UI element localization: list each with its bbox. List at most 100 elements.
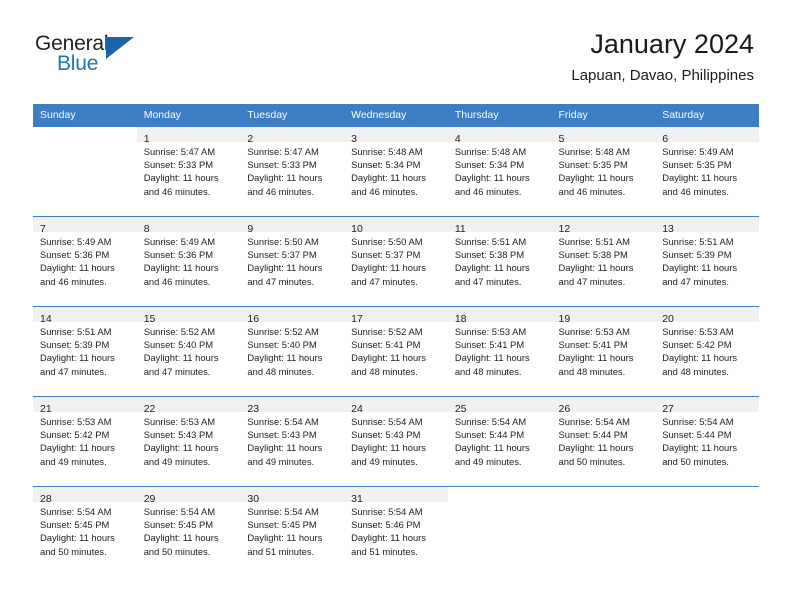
calendar-day[interactable]: 5 Sunrise: 5:48 AM Sunset: 5:35 PM Daylight… [551, 126, 656, 216]
calendar-weekday-header-row: Sunday Monday Tuesday Wednesday Thursday… [33, 104, 759, 126]
sunset-text: Sunset: 5:37 PM [247, 249, 317, 261]
calendar-day[interactable]: 18 Sunrise: 5:53 AM Sunset: 5:41 PM Dayligh… [447, 306, 552, 396]
day-number-band: 11 [447, 217, 552, 235]
daylight-text-line1: Daylight: 11 hours [662, 352, 738, 364]
calendar-day[interactable]: 20 Sunrise: 5:53 AM Sunset: 5:42 PM Dayligh… [655, 306, 759, 396]
day-number-band: 17 [344, 307, 448, 325]
weekday-header-friday: Friday [551, 104, 656, 126]
calendar-day[interactable]: 16 Sunrise: 5:52 AM Sunset: 5:40 PM Dayligh… [240, 306, 345, 396]
calendar-day[interactable]: 13 Sunrise: 5:51 AM Sunset: 5:39 PM Dayligh… [655, 216, 759, 306]
calendar-day[interactable]: 27 Sunrise: 5:54 AM Sunset: 5:44 PM Dayligh… [655, 396, 759, 486]
daylight-text-line2: and 48 minutes. [558, 365, 626, 377]
day-number-band: 22 [136, 397, 241, 415]
daylight-text-line1: Daylight: 11 hours [40, 262, 115, 274]
daylight-text-line1: Daylight: 11 hours [351, 532, 426, 544]
daylight-text-line2: and 46 minutes. [662, 185, 729, 197]
day-number: 14 [40, 313, 52, 325]
sunrise-text: Sunrise: 5:52 AM [143, 326, 216, 337]
day-number: 24 [351, 403, 363, 415]
day-number: 17 [351, 313, 363, 325]
day-number-band: 21 [33, 397, 137, 415]
logo-text-blue: Blue [57, 52, 99, 75]
calendar-day[interactable]: 3 Sunrise: 5:48 AM Sunset: 5:34 PM Daylight… [344, 126, 448, 216]
calendar-day[interactable]: 30 Sunrise: 5:54 AM Sunset: 5:45 PM Dayligh… [240, 486, 345, 576]
daylight-text-line2: and 49 minutes. [40, 455, 107, 467]
sunrise-text: Sunrise: 5:54 AM [351, 416, 423, 427]
calendar-day-empty [551, 486, 656, 576]
calendar-day[interactable]: 1 Sunrise: 5:47 AM Sunset: 5:33 PM Daylight… [136, 126, 241, 216]
sunset-text: Sunset: 5:41 PM [351, 339, 421, 351]
calendar-day[interactable]: 19 Sunrise: 5:53 AM Sunset: 5:41 PM Dayligh… [551, 306, 656, 396]
daylight-text-line1: Daylight: 11 hours [143, 172, 219, 184]
daylight-text-line2: and 50 minutes. [40, 545, 107, 557]
day-details: Sunrise: 5:54 AM Sunset: 5:43 PM Daylight:… [344, 412, 448, 468]
calendar-cell: 6 Sunrise: 5:49 AM Sunset: 5:35 PM Daylight… [655, 126, 759, 216]
daylight-text-line1: Daylight: 11 hours [558, 172, 634, 184]
sunrise-text: Sunrise: 5:53 AM [40, 416, 112, 427]
calendar-cell [551, 486, 656, 576]
calendar-day[interactable]: 8 Sunrise: 5:49 AM Sunset: 5:36 PM Daylight… [136, 216, 241, 306]
sunset-text: Sunset: 5:43 PM [351, 429, 421, 441]
sunrise-text: Sunrise: 5:54 AM [454, 416, 527, 427]
day-number: 30 [247, 493, 260, 505]
calendar-cell: 30 Sunrise: 5:54 AM Sunset: 5:45 PM Dayligh… [240, 486, 345, 576]
daylight-text-line2: and 49 minutes. [454, 455, 522, 467]
day-number-band: 20 [655, 307, 759, 325]
calendar-cell: 7 Sunrise: 5:49 AM Sunset: 5:36 PM Daylight… [33, 216, 137, 306]
calendar-cell: 11 Sunrise: 5:51 AM Sunset: 5:38 PM Dayligh… [447, 216, 552, 306]
day-number: 11 [454, 223, 466, 235]
calendar-day[interactable]: 7 Sunrise: 5:49 AM Sunset: 5:36 PM Daylight… [33, 216, 137, 306]
calendar-day[interactable]: 12 Sunrise: 5:51 AM Sunset: 5:38 PM Dayligh… [551, 216, 656, 306]
weekday-header-tuesday: Tuesday [240, 104, 345, 126]
calendar-day[interactable]: 28 Sunrise: 5:54 AM Sunset: 5:45 PM Dayligh… [33, 486, 137, 576]
sunset-text: Sunset: 5:44 PM [558, 429, 628, 441]
sunrise-text: Sunrise: 5:54 AM [40, 506, 112, 517]
calendar-day[interactable]: 21 Sunrise: 5:53 AM Sunset: 5:42 PM Dayligh… [33, 396, 137, 486]
calendar-day[interactable]: 14 Sunrise: 5:51 AM Sunset: 5:39 PM Dayligh… [33, 306, 137, 396]
calendar-day[interactable]: 31 Sunrise: 5:54 AM Sunset: 5:46 PM Dayligh… [344, 486, 448, 576]
day-details: Sunrise: 5:54 AM Sunset: 5:43 PM Daylight:… [240, 412, 344, 468]
sunset-text: Sunset: 5:46 PM [351, 519, 421, 531]
calendar-day[interactable]: 29 Sunrise: 5:54 AM Sunset: 5:45 PM Dayligh… [136, 486, 241, 576]
daylight-text-line2: and 46 minutes. [143, 275, 211, 287]
calendar-day-empty [655, 486, 759, 576]
day-details: Sunrise: 5:47 AM Sunset: 5:33 PM Daylight:… [240, 142, 344, 198]
generalblue-logo[interactable]: General Blue [35, 32, 215, 82]
day-number-band: 13 [655, 217, 759, 235]
calendar-day[interactable]: 9 Sunrise: 5:50 AM Sunset: 5:37 PM Daylight… [240, 216, 345, 306]
sunrise-text: Sunrise: 5:53 AM [143, 416, 216, 427]
daylight-text-line2: and 46 minutes. [351, 185, 418, 197]
day-details: Sunrise: 5:51 AM Sunset: 5:39 PM Daylight:… [33, 322, 137, 378]
day-details: Sunrise: 5:49 AM Sunset: 5:36 PM Daylight:… [33, 232, 137, 288]
calendar-day[interactable]: 22 Sunrise: 5:53 AM Sunset: 5:43 PM Dayligh… [136, 396, 241, 486]
day-number-band: 8 [136, 217, 241, 235]
day-details: Sunrise: 5:48 AM Sunset: 5:35 PM Daylight:… [552, 142, 656, 198]
calendar-day[interactable]: 26 Sunrise: 5:54 AM Sunset: 5:44 PM Dayligh… [551, 396, 656, 486]
calendar-day[interactable]: 2 Sunrise: 5:47 AM Sunset: 5:33 PM Daylight… [240, 126, 345, 216]
daylight-text-line1: Daylight: 11 hours [351, 172, 426, 184]
calendar-day[interactable]: 10 Sunrise: 5:50 AM Sunset: 5:37 PM Dayligh… [344, 216, 448, 306]
sunrise-text: Sunrise: 5:49 AM [40, 236, 112, 247]
calendar-day[interactable]: 24 Sunrise: 5:54 AM Sunset: 5:43 PM Dayligh… [344, 396, 448, 486]
day-details: Sunrise: 5:54 AM Sunset: 5:45 PM Daylight:… [137, 502, 241, 558]
calendar-cell: 19 Sunrise: 5:53 AM Sunset: 5:41 PM Dayligh… [551, 306, 656, 396]
daylight-text-line2: and 46 minutes. [558, 185, 626, 197]
calendar-day[interactable]: 11 Sunrise: 5:51 AM Sunset: 5:38 PM Dayligh… [447, 216, 552, 306]
calendar-day[interactable]: 23 Sunrise: 5:54 AM Sunset: 5:43 PM Dayligh… [240, 396, 345, 486]
calendar-week-row: 21 Sunrise: 5:53 AM Sunset: 5:42 PM Dayligh… [33, 396, 759, 486]
day-number-band: 25 [447, 397, 552, 415]
calendar-day[interactable]: 6 Sunrise: 5:49 AM Sunset: 5:35 PM Daylight… [655, 126, 759, 216]
day-number-band: 30 [240, 487, 345, 505]
calendar-cell [655, 486, 759, 576]
daylight-text-line1: Daylight: 11 hours [351, 442, 426, 454]
calendar-day[interactable]: 4 Sunrise: 5:48 AM Sunset: 5:34 PM Daylight… [447, 126, 552, 216]
calendar-day[interactable]: 25 Sunrise: 5:54 AM Sunset: 5:44 PM Dayligh… [447, 396, 552, 486]
calendar-day[interactable]: 15 Sunrise: 5:52 AM Sunset: 5:40 PM Dayligh… [136, 306, 241, 396]
day-number: 10 [351, 223, 363, 235]
logo-triangle-icon [106, 37, 134, 59]
sunrise-text: Sunrise: 5:48 AM [454, 146, 527, 157]
daylight-text-line2: and 47 minutes. [247, 275, 315, 287]
sunset-text: Sunset: 5:43 PM [247, 429, 317, 441]
calendar-day[interactable]: 17 Sunrise: 5:52 AM Sunset: 5:41 PM Dayligh… [344, 306, 448, 396]
day-details: Sunrise: 5:47 AM Sunset: 5:33 PM Daylight:… [137, 142, 241, 198]
